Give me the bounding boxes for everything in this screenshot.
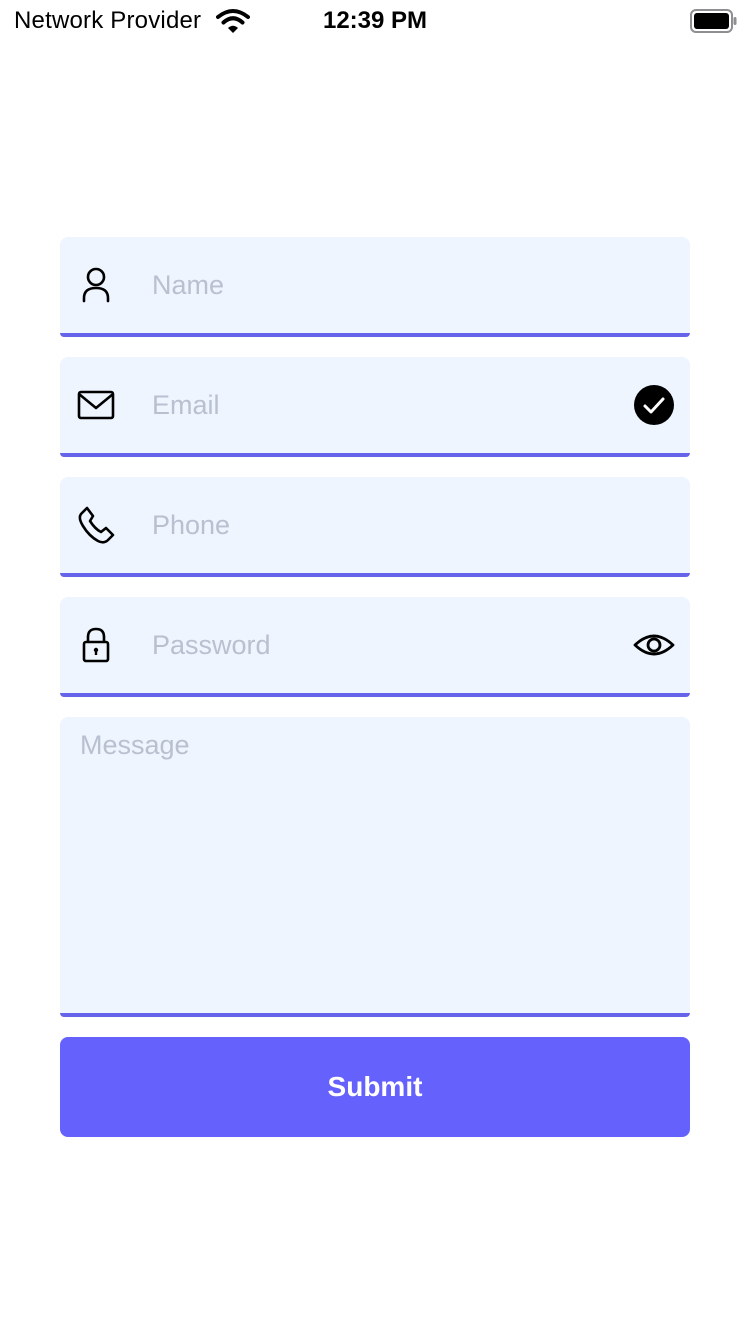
message-field[interactable]: Message	[60, 717, 690, 1017]
phone-placeholder: Phone	[152, 510, 231, 540]
name-field[interactable]: Name	[60, 237, 690, 337]
phone-icon	[78, 506, 115, 544]
lock-icon	[82, 627, 110, 663]
phone-field[interactable]: Phone	[60, 477, 690, 577]
submit-button[interactable]: Submit	[60, 1037, 690, 1137]
message-placeholder: Message	[80, 730, 190, 760]
name-placeholder: Name	[152, 270, 225, 300]
email-field[interactable]: Email	[60, 357, 690, 457]
check-circle-icon	[634, 385, 674, 425]
person-icon	[82, 267, 110, 303]
email-placeholder: Email	[152, 390, 220, 420]
status-bar: Network Provider 12:39 PM	[0, 0, 750, 44]
password-field[interactable]: Password	[60, 597, 690, 697]
status-time: 12:39 PM	[322, 7, 428, 34]
contact-form: Name Email Phone Password Message Submit	[60, 237, 690, 1137]
eye-icon[interactable]	[632, 623, 676, 667]
battery-icon	[690, 9, 737, 33]
password-placeholder: Password	[152, 630, 271, 660]
envelope-icon	[77, 390, 115, 420]
